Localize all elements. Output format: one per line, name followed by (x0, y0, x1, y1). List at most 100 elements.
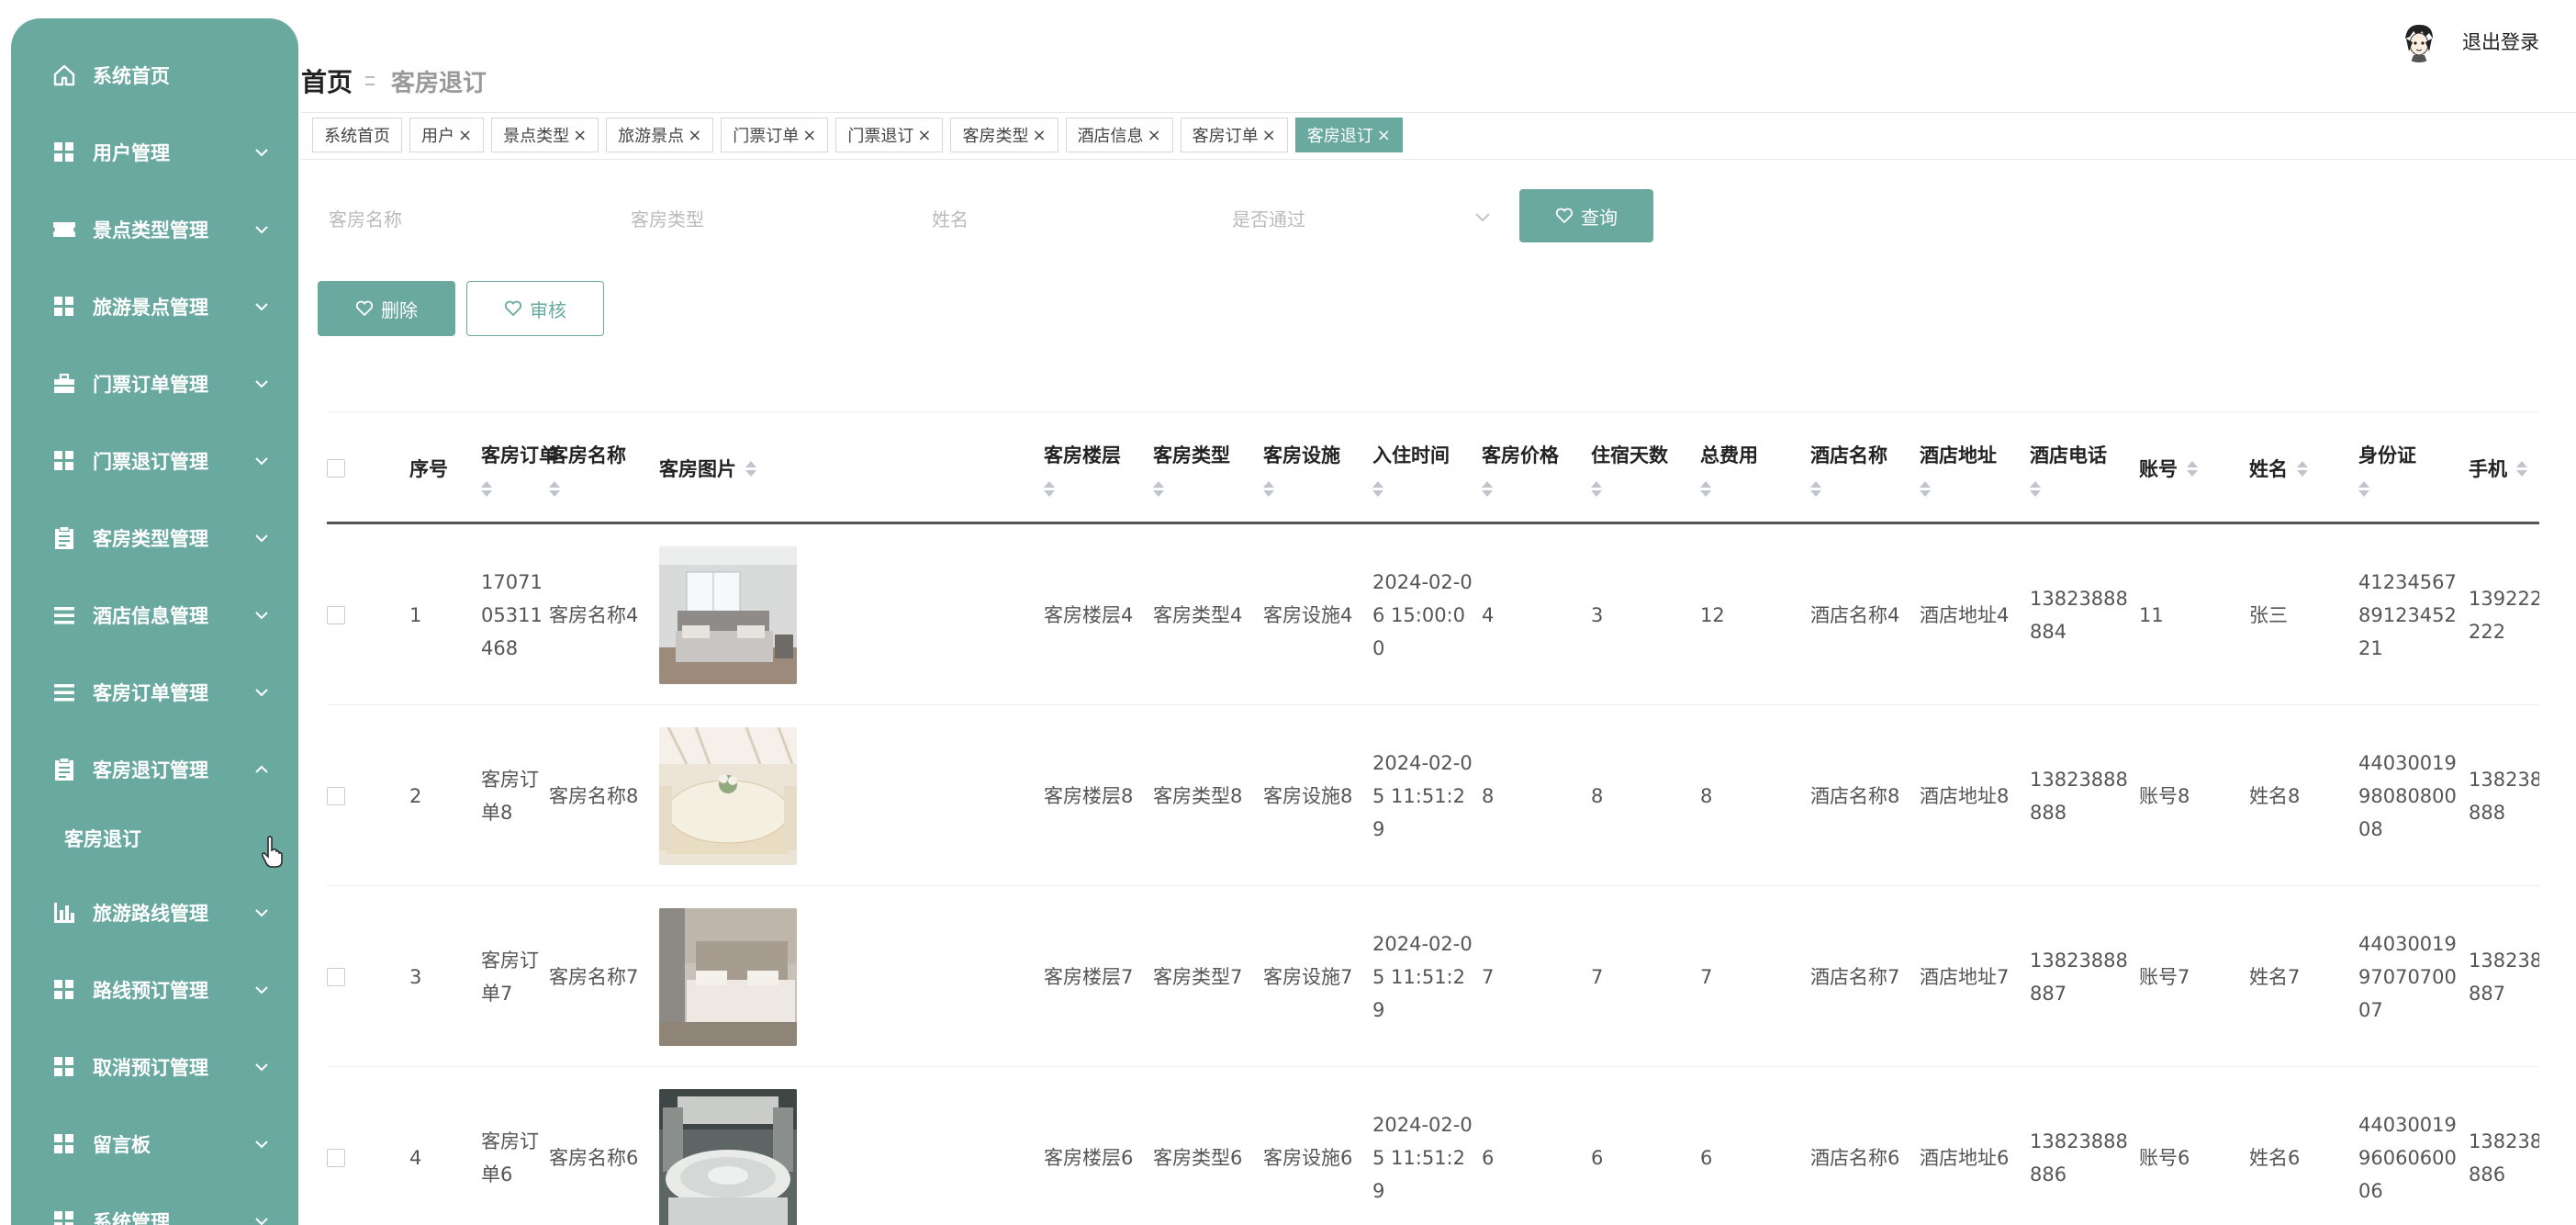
sidebar-item[interactable]: 门票订单管理 (11, 356, 298, 411)
sidebar-item[interactable]: 酒店信息管理 (11, 588, 298, 643)
sidebar-item[interactable]: 路线预订管理 (11, 962, 298, 1017)
breadcrumb-home[interactable]: 首页 (301, 62, 353, 99)
tab[interactable]: 用户 × (409, 118, 485, 152)
tab[interactable]: 门票订单 × (721, 118, 829, 152)
name-search-input[interactable]: 姓名 (932, 195, 1198, 241)
sort-icon[interactable] (1810, 480, 1887, 497)
sort-icon[interactable] (549, 480, 626, 497)
sidebar-item[interactable]: 用户管理 (11, 125, 298, 180)
query-button[interactable]: 查询 (1519, 189, 1653, 242)
approved-select[interactable]: 是否通过 (1232, 195, 1491, 241)
sidebar-item[interactable]: 门票退订管理 (11, 433, 298, 489)
close-icon[interactable]: × (573, 126, 587, 145)
room-name-search-input[interactable]: 客房名称 (329, 195, 595, 241)
close-icon[interactable]: × (1262, 126, 1276, 145)
tab[interactable]: 门票退订 × (835, 118, 944, 152)
column-header[interactable]: 身份证 (2358, 412, 2416, 524)
room-image[interactable] (659, 545, 797, 684)
room-image[interactable] (659, 1088, 797, 1225)
sidebar-item[interactable]: 景点类型管理 (11, 202, 298, 257)
column-header[interactable]: 姓名 (2249, 412, 2308, 524)
tab[interactable]: 客房订单 × (1180, 118, 1288, 152)
table-row[interactable]: 1 1707105311468 客房名称4 客房楼层4 客房类型4 客房设施4 2024-0… (327, 524, 2539, 705)
close-icon[interactable]: × (1148, 126, 1161, 145)
row-checkbox[interactable] (327, 1148, 345, 1167)
column-header[interactable]: 入住时间 (1372, 412, 1450, 524)
select-all-checkbox[interactable] (327, 459, 345, 478)
sort-icon[interactable] (1700, 480, 1758, 497)
sort-icon[interactable] (1482, 480, 1559, 497)
sort-icon[interactable] (2187, 460, 2198, 477)
column-header[interactable]: 住宿天数 (1591, 412, 1668, 524)
sidebar-item[interactable]: 客房类型管理 (11, 511, 298, 566)
close-icon[interactable]: × (917, 126, 931, 145)
audit-button[interactable]: 审核 (466, 281, 604, 336)
tab[interactable]: 客房退订 × (1294, 118, 1403, 152)
close-icon[interactable]: × (1377, 126, 1391, 145)
close-icon[interactable]: × (688, 126, 701, 145)
sort-icon[interactable] (1372, 480, 1450, 497)
column-header[interactable]: 酒店电话 (2030, 412, 2107, 524)
room-image[interactable] (659, 726, 797, 865)
sort-icon[interactable] (2516, 460, 2527, 477)
tab[interactable]: 系统首页 (312, 118, 402, 152)
row-checkbox[interactable] (327, 967, 345, 986)
cell-text: 2024-02-05 11:51:29 (1372, 751, 1473, 840)
close-icon[interactable]: × (1032, 126, 1046, 145)
sidebar-item[interactable]: 客房订单管理 (11, 665, 298, 720)
sort-icon[interactable] (1044, 480, 1121, 497)
sort-icon[interactable] (1920, 480, 1997, 497)
column-header[interactable]: 序号 (409, 412, 448, 524)
avatar-cartoon-icon (2398, 20, 2440, 62)
column-header-label: 客房图片 (659, 458, 736, 480)
sidebar-item[interactable]: 系统首页 (11, 48, 298, 103)
sidebar-item[interactable]: 系统管理 (11, 1194, 298, 1225)
row-checkbox[interactable] (327, 786, 345, 805)
tab[interactable]: 景点类型 × (491, 118, 599, 152)
sidebar-item[interactable]: 取消预订管理 (11, 1040, 298, 1095)
table-row[interactable]: 4 客房订单6 客房名称6 客房楼层6 客房类型6 客房设施6 2024-02-05 11:… (327, 1067, 2539, 1225)
column-header[interactable]: 账号 (2139, 412, 2198, 524)
table-cell-order: 客房订单8 (481, 705, 551, 886)
column-header-inner: 客房名称 (549, 441, 626, 497)
sidebar-item[interactable]: 留言板 (11, 1117, 298, 1172)
sidebar-item[interactable]: 旅游路线管理 (11, 885, 298, 940)
sort-icon[interactable] (1153, 480, 1230, 497)
column-header[interactable]: 客房价格 (1482, 412, 1559, 524)
column-header[interactable]: 客房名称 (549, 412, 626, 524)
sidebar-item[interactable]: 旅游景点管理 (11, 279, 298, 334)
column-header[interactable]: 客房设施 (1263, 412, 1340, 524)
sort-icon[interactable] (745, 460, 756, 477)
table-cell-hotel-name: 酒店名称8 (1810, 705, 1911, 886)
tab[interactable]: 客房类型 × (950, 118, 1058, 152)
column-header[interactable]: 酒店名称 (1810, 412, 1887, 524)
close-icon[interactable]: × (802, 126, 816, 145)
column-header[interactable]: 客房楼层 (1044, 412, 1121, 524)
sort-icon[interactable] (2297, 460, 2308, 477)
column-header[interactable]: 客房类型 (1153, 412, 1230, 524)
logout-link[interactable]: 退出登录 (2462, 28, 2539, 55)
sort-icon[interactable] (481, 480, 558, 497)
sort-icon[interactable] (2358, 480, 2416, 497)
room-image[interactable] (659, 907, 797, 1046)
table-cell-type: 客房类型7 (1153, 886, 1254, 1067)
row-checkbox[interactable] (327, 605, 345, 624)
table-row[interactable]: 2 客房订单8 客房名称8 客房楼层8 客房类型8 客房设施8 2024-02-05 11:… (327, 705, 2539, 886)
sort-icon[interactable] (1263, 480, 1340, 497)
sidebar-item[interactable]: 客房退订管理 (11, 742, 298, 797)
room-type-search-input[interactable]: 客房类型 (631, 195, 897, 241)
delete-button[interactable]: 删除 (318, 281, 455, 336)
sort-icon[interactable] (2030, 480, 2107, 497)
column-header[interactable]: 客房订单 (481, 412, 558, 524)
column-header[interactable]: 总费用 (1700, 412, 1758, 524)
close-icon[interactable]: × (458, 126, 472, 145)
tab[interactable]: 旅游景点 × (606, 118, 714, 152)
sidebar-subitem-room-refund[interactable]: 客房退订 (64, 820, 141, 857)
table-row[interactable]: 3 客房订单7 客房名称7 客房楼层7 客房类型7 客房设施7 2024-02-05 11:… (327, 886, 2539, 1067)
column-header[interactable]: 客房图片 (659, 412, 756, 524)
sort-icon[interactable] (1591, 480, 1668, 497)
column-header[interactable]: 酒店地址 (1920, 412, 1997, 524)
tab[interactable]: 酒店信息 × (1065, 118, 1173, 152)
column-header[interactable]: 手机 (2469, 412, 2527, 524)
avatar[interactable] (2398, 20, 2440, 62)
